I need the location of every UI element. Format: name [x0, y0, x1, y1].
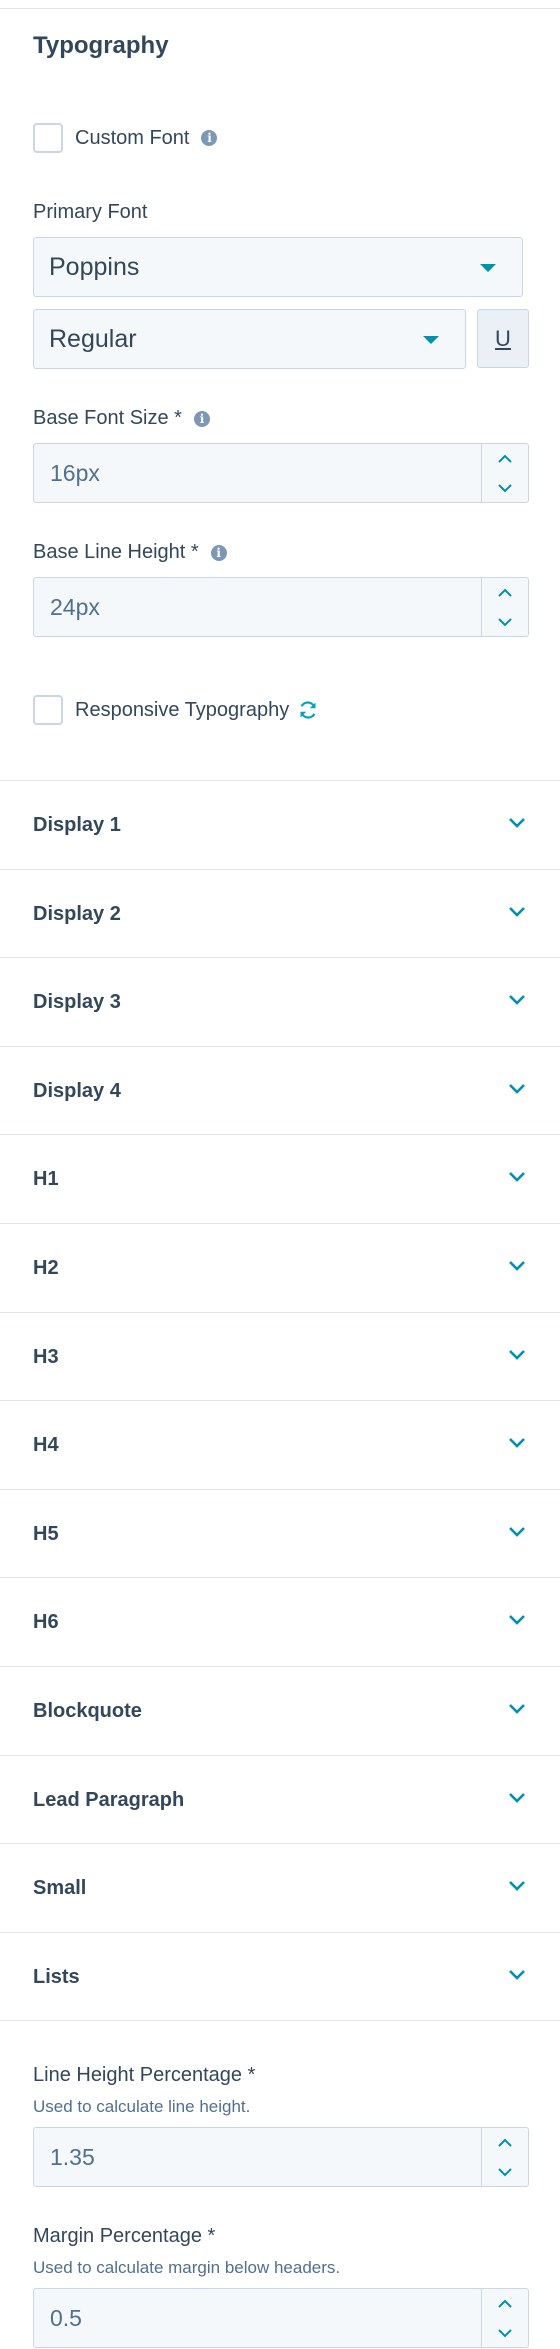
margin-percentage-help: Used to calculate margin below headers.: [33, 2258, 341, 2277]
base-line-height-label: Base Line Height * i: [33, 541, 227, 564]
accordion-item[interactable]: H6: [0, 1577, 560, 1666]
chevron-down-icon[interactable]: [508, 1526, 526, 1538]
custom-font-option[interactable]: Custom Font i: [33, 123, 218, 153]
responsive-typography-label: Responsive Typography: [75, 698, 290, 721]
underline-toggle-button[interactable]: U: [477, 309, 529, 368]
accordion-label: Lists: [33, 1965, 80, 1988]
responsive-typography-checkbox[interactable]: [33, 695, 63, 725]
top-divider: [0, 8, 560, 9]
accordion-bottom-divider: [0, 2020, 560, 2021]
accordion-label: H6: [33, 1610, 59, 1633]
chevron-down-icon[interactable]: [508, 1437, 526, 1449]
chevron-down-icon[interactable]: [508, 906, 526, 918]
font-weight-value: Regular: [49, 324, 137, 353]
base-line-height-value[interactable]: 24px: [50, 578, 100, 636]
accordion-item[interactable]: H1: [0, 1134, 560, 1223]
decrement-chevron-down-icon[interactable]: [482, 473, 528, 502]
chevron-down-icon[interactable]: [508, 994, 526, 1006]
accordion-item[interactable]: Lead Paragraph: [0, 1755, 560, 1844]
chevron-down-icon[interactable]: [508, 1171, 526, 1183]
accordion-item[interactable]: Display 1: [0, 780, 560, 869]
chevron-down-icon[interactable]: [508, 1969, 526, 1981]
dropdown-caret-icon: [423, 336, 439, 344]
increment-chevron-up-icon[interactable]: [482, 444, 528, 473]
dropdown-caret-icon: [480, 264, 496, 272]
accordion-label: Blockquote: [33, 1699, 142, 1722]
decrement-chevron-down-icon[interactable]: [482, 2318, 528, 2347]
custom-font-checkbox[interactable]: [33, 123, 63, 153]
decrement-chevron-down-icon[interactable]: [482, 607, 528, 636]
accordion-label: Lead Paragraph: [33, 1788, 185, 1811]
chevron-down-icon[interactable]: [508, 1614, 526, 1626]
line-height-percentage-help: Used to calculate line height.: [33, 2097, 251, 2116]
base-font-size-input[interactable]: 16px: [33, 443, 529, 503]
line-height-percentage-input[interactable]: 1.35: [33, 2127, 529, 2187]
base-line-height-label-text: Base Line Height *: [33, 541, 199, 563]
font-weight-select[interactable]: Regular: [33, 309, 466, 369]
chevron-down-icon[interactable]: [508, 817, 526, 829]
line-height-percentage-value[interactable]: 1.35: [50, 2128, 95, 2186]
accordion-label: H1: [33, 1167, 59, 1190]
sync-icon[interactable]: [297, 699, 319, 721]
chevron-down-icon[interactable]: [508, 1349, 526, 1361]
accordion-item[interactable]: Small: [0, 1843, 560, 1932]
accordion-label: H3: [33, 1345, 59, 1368]
custom-font-label: Custom Font: [75, 126, 190, 149]
accordion-label: Display 4: [33, 1079, 121, 1102]
chevron-down-icon[interactable]: [508, 1880, 526, 1892]
accordion-item[interactable]: H5: [0, 1489, 560, 1578]
accordion-item[interactable]: Display 4: [0, 1046, 560, 1135]
primary-font-label: Primary Font: [33, 201, 148, 223]
margin-percentage-stepper[interactable]: [481, 2289, 528, 2347]
accordion-item[interactable]: Display 2: [0, 869, 560, 958]
increment-chevron-up-icon[interactable]: [482, 2289, 528, 2318]
accordion-item[interactable]: H4: [0, 1400, 560, 1489]
info-icon[interactable]: i: [201, 130, 218, 146]
chevron-down-icon[interactable]: [508, 1703, 526, 1715]
base-line-height-input[interactable]: 24px: [33, 577, 529, 637]
decrement-chevron-down-icon[interactable]: [482, 2157, 528, 2186]
accordion-label: H2: [33, 1256, 59, 1279]
chevron-down-icon[interactable]: [508, 1083, 526, 1095]
chevron-down-icon[interactable]: [508, 1792, 526, 1804]
accordion-label: Display 1: [33, 813, 121, 836]
info-icon[interactable]: i: [193, 410, 210, 427]
responsive-typography-option[interactable]: Responsive Typography: [33, 695, 319, 725]
margin-percentage-value[interactable]: 0.5: [50, 2289, 82, 2347]
accordion-item[interactable]: H3: [0, 1312, 560, 1401]
base-line-height-stepper[interactable]: [481, 578, 528, 636]
accordion-label: Display 3: [33, 990, 121, 1013]
accordion-item[interactable]: Lists: [0, 1932, 560, 2021]
base-font-size-stepper[interactable]: [481, 444, 528, 502]
accordion-item[interactable]: Display 3: [0, 957, 560, 1046]
accordion-item[interactable]: H2: [0, 1223, 560, 1312]
chevron-down-icon[interactable]: [508, 1260, 526, 1272]
font-family-select[interactable]: Poppins: [33, 237, 523, 297]
base-font-size-label-text: Base Font Size *: [33, 407, 182, 429]
accordion-label: H4: [33, 1433, 59, 1456]
margin-percentage-input[interactable]: 0.5: [33, 2288, 529, 2348]
line-height-percentage-label: Line Height Percentage *: [33, 2064, 256, 2086]
base-font-size-label: Base Font Size * i: [33, 407, 210, 430]
section-title: Typography: [33, 32, 169, 59]
accordion-label: Small: [33, 1876, 87, 1899]
base-font-size-value[interactable]: 16px: [50, 444, 100, 502]
accordion-label: H5: [33, 1522, 59, 1545]
line-height-percentage-stepper[interactable]: [481, 2128, 528, 2186]
accordion-label: Display 2: [33, 902, 121, 925]
info-icon[interactable]: i: [210, 544, 227, 561]
margin-percentage-label: Margin Percentage *: [33, 2225, 216, 2247]
font-family-value: Poppins: [49, 252, 140, 281]
increment-chevron-up-icon[interactable]: [482, 578, 528, 607]
accordion-item[interactable]: Blockquote: [0, 1666, 560, 1755]
increment-chevron-up-icon[interactable]: [482, 2128, 528, 2157]
